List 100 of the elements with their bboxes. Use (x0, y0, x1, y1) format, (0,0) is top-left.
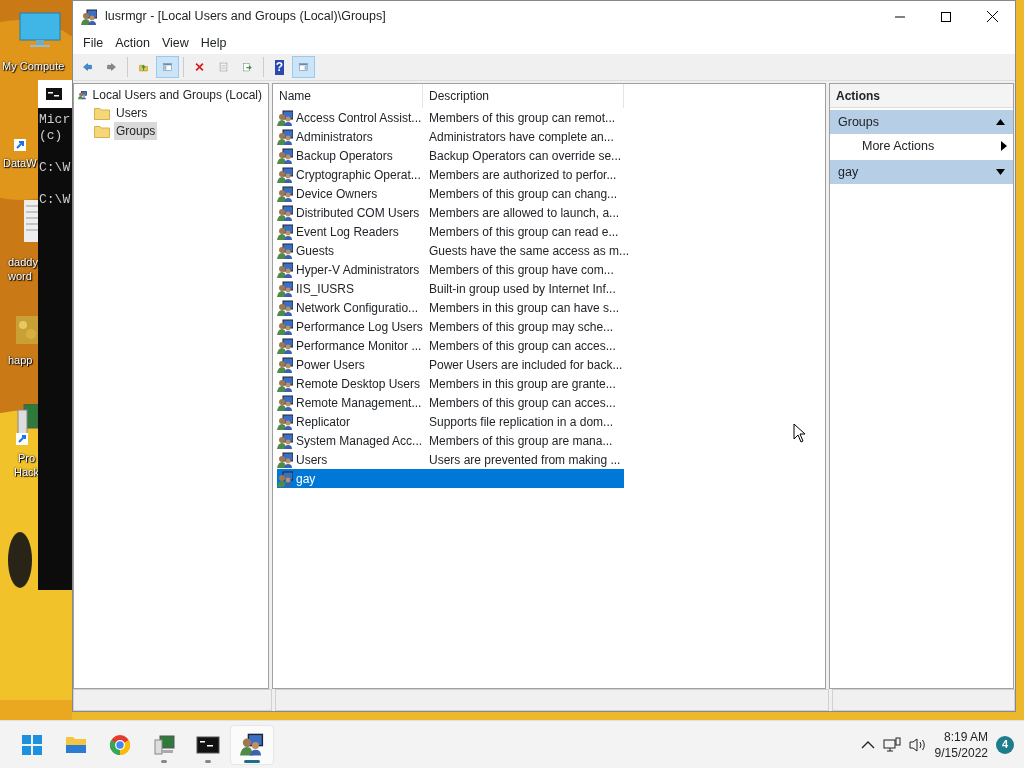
group-name: Hyper-V Administrators (296, 261, 420, 279)
list-row[interactable]: Distributed COM Users Members are allowed to launch, a... (277, 203, 624, 222)
properties-icon (219, 59, 228, 75)
minimize-icon (895, 15, 905, 18)
group-name: Cryptographic Operat... (296, 166, 421, 184)
users-icon (277, 166, 293, 183)
users-icon (277, 413, 293, 430)
users-icon (81, 8, 97, 25)
users-icon (277, 261, 293, 278)
users-icon (277, 356, 293, 373)
users-icon (277, 147, 293, 164)
group-name: IIS_IUSRS (296, 280, 355, 298)
toolbar-button[interactable] (156, 56, 179, 78)
group-name: gay (296, 470, 316, 488)
computer-icon (152, 732, 176, 757)
group-name: Remote Desktop Users (296, 375, 421, 393)
users-icon (277, 451, 293, 468)
group-name: Device Owners (296, 185, 378, 203)
menu-item[interactable]: Help (194, 33, 233, 53)
tree-item[interactable]: Users (114, 104, 150, 122)
list-row[interactable]: gay (277, 469, 624, 488)
toolbar-button[interactable]: ? (268, 56, 291, 78)
actions-header: Actions (830, 84, 1013, 108)
tree-item[interactable]: Groups (114, 122, 158, 140)
list-row[interactable]: System Managed Acc... Members of this group are mana... (277, 431, 624, 450)
group-description: Members of this group are mana... (428, 432, 614, 450)
list-row[interactable]: Remote Management... Members of this group can acces... (277, 393, 624, 412)
list-row[interactable]: Event Log Readers Members of this group can read e... (277, 222, 624, 241)
users-icon (240, 732, 264, 757)
users-icon (277, 394, 293, 411)
window-title: lusrmgr - [Local Users and Groups (Local)\Groups] (105, 8, 387, 26)
clock-time: 8:19 AM (942, 728, 988, 745)
expand-icon (996, 169, 1005, 175)
group-name: Users (296, 451, 328, 469)
users-icon (277, 337, 293, 354)
list-row[interactable]: Administrators Administrators have complete an... (277, 127, 624, 146)
group-name: Guests (296, 242, 334, 260)
users-icon (277, 242, 293, 259)
tree-item[interactable]: Local Users and Groups (Local) (90, 86, 264, 104)
group-description: Members in this group can have s... (428, 299, 621, 317)
list-row[interactable]: Cryptographic Operat... Members are authorized to perfor... (277, 165, 624, 184)
chevron-up-icon[interactable] (860, 739, 875, 750)
folder-icon (94, 123, 110, 139)
list-row[interactable]: Users Users are prevented from making ... (277, 450, 624, 469)
group-name: Power Users (296, 356, 365, 374)
volume-icon[interactable] (908, 736, 927, 753)
group-name: Network Configuratio... (296, 299, 419, 317)
list-row[interactable]: Hyper-V Administrators Members of this group have com... (277, 260, 624, 279)
group-description: Power Users are included for back... (428, 356, 624, 374)
action-section[interactable]: gay (830, 160, 1013, 184)
menu-item[interactable]: File (77, 33, 110, 53)
browser-icon (108, 732, 132, 757)
close-icon (986, 11, 998, 22)
list-row[interactable]: Replicator Supports file replication in a dom... (277, 412, 624, 431)
menu-item[interactable]: Action (109, 33, 156, 53)
group-description: Users are prevented from making ... (428, 451, 622, 469)
action-section[interactable]: Groups (830, 110, 1013, 134)
users-icon (277, 223, 293, 240)
list-row[interactable]: Network Configuratio... Members in this group can have s... (277, 298, 624, 317)
column-header[interactable]: Name (273, 84, 423, 108)
list-row[interactable]: Performance Log Users Members of this group may sche... (277, 317, 624, 336)
users-icon (277, 204, 293, 221)
group-name: Event Log Readers (296, 223, 399, 241)
taskbar-button[interactable] (230, 724, 274, 765)
group-description: Built-in group used by Internet Inf... (428, 280, 617, 298)
group-name: Backup Operators (296, 147, 393, 165)
group-description: Members of this group can read e... (428, 223, 620, 241)
users-icon (277, 318, 293, 335)
group-description: Members of this group have com... (428, 261, 615, 279)
users-icon (277, 109, 293, 126)
column-header[interactable]: Description (423, 84, 624, 108)
notification-badge[interactable]: 4 (996, 735, 1014, 754)
menu-item[interactable]: View (155, 33, 195, 53)
group-description: Members are authorized to perfor... (428, 166, 618, 184)
users-icon (277, 432, 293, 449)
group-description: Members of this group can chang... (428, 185, 619, 203)
group-description: Administrators have complete an... (428, 128, 615, 146)
toolbar-button[interactable] (292, 56, 315, 78)
list-row[interactable]: IIS_IUSRS Built-in group used by Internet Inf... (277, 279, 624, 298)
action-label: More Actions (862, 137, 935, 155)
list-row[interactable]: Device Owners Members of this group can chang... (277, 184, 624, 203)
network-icon[interactable] (882, 736, 901, 753)
list-row[interactable]: Performance Monitor ... Members of this group can acces... (277, 336, 624, 355)
list-row[interactable]: Backup Operators Backup Operators can override se... (277, 146, 624, 165)
group-name: Performance Monitor ... (296, 337, 422, 355)
group-name: Replicator (296, 413, 351, 431)
users-icon (277, 185, 293, 202)
list-row[interactable]: Remote Desktop Users Members in this group are grante... (277, 374, 624, 393)
cursor-icon (793, 423, 806, 443)
group-description: Supports file replication in a dom... (428, 413, 615, 431)
group-description: Members in this group are grante... (428, 375, 617, 393)
group-description: Members of this group can acces... (428, 394, 617, 412)
users-icon (277, 128, 293, 145)
folder-icon (94, 105, 110, 121)
list-row[interactable]: Access Control Assist... Members of this group can remot... (277, 108, 624, 127)
group-description: Members of this group can remot... (428, 109, 617, 127)
action-item[interactable]: More Actions (830, 134, 1013, 158)
submenu-icon (1001, 141, 1007, 151)
group-description: Backup Operators can override se... (428, 147, 623, 165)
list-row[interactable]: Power Users Power Users are included for back... (277, 355, 624, 374)
